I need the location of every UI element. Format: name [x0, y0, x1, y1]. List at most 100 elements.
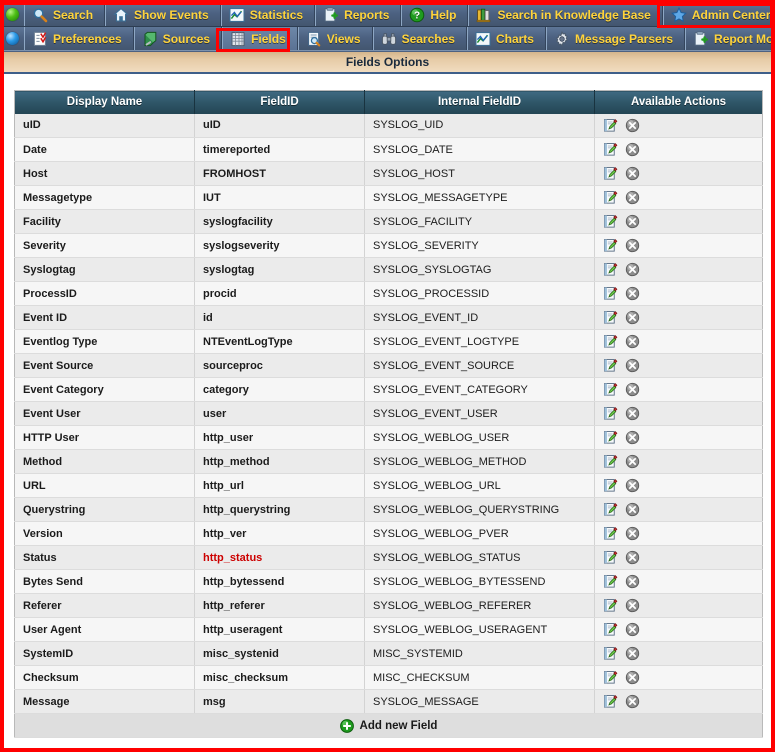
nav-item-search-in-knowledge-base[interactable]: Search in Knowledge Base — [468, 3, 663, 26]
add-new-field-cell[interactable]: Add new Field — [14, 713, 763, 738]
edit-icon[interactable] — [603, 646, 618, 661]
cell-internal-fieldid: SYSLOG_EVENT_ID — [364, 305, 595, 330]
fields-table-body: uID uID SYSLOG_UID Date timereported SYSLOG_D… — [14, 113, 763, 714]
cell-display-name: Querystring — [14, 497, 195, 522]
edit-icon[interactable] — [603, 430, 618, 445]
edit-icon[interactable] — [603, 622, 618, 637]
delete-icon[interactable] — [625, 646, 640, 661]
magnifier-icon — [32, 7, 48, 23]
column-header-available-actions[interactable]: Available Actions — [594, 90, 763, 114]
delete-icon[interactable] — [625, 358, 640, 373]
cell-display-name: Checksum — [14, 665, 195, 690]
nav-item-views[interactable]: Views — [297, 27, 373, 50]
edit-icon[interactable] — [603, 142, 618, 157]
delete-icon[interactable] — [625, 622, 640, 637]
column-header-internal-fieldid[interactable]: Internal FieldID — [364, 90, 595, 114]
nav-item-message-parsers[interactable]: Message Parsers — [545, 27, 686, 50]
nav-item-admin-center[interactable]: Admin Center — [662, 3, 775, 26]
cell-internal-fieldid: SYSLOG_MESSAGETYPE — [364, 185, 595, 210]
table-row: Event Category category SYSLOG_EVENT_CATEG… — [14, 377, 763, 402]
nav-item-label: Statistics — [249, 7, 304, 22]
edit-icon[interactable] — [603, 478, 618, 493]
edit-icon[interactable] — [603, 310, 618, 325]
navigation-bar: Search Show Events Statistics Reports? Help S… — [0, 0, 775, 52]
nav-item-label: Sources — [162, 31, 211, 46]
column-header-display-name[interactable]: Display Name — [14, 90, 195, 114]
nav-item-searches[interactable]: Searches — [372, 27, 467, 50]
delete-icon[interactable] — [625, 550, 640, 565]
edit-icon[interactable] — [603, 358, 618, 373]
delete-icon[interactable] — [625, 286, 640, 301]
edit-icon[interactable] — [603, 502, 618, 517]
nav-item-reports[interactable]: Reports — [315, 3, 402, 26]
cell-fieldid: sourceproc — [194, 353, 365, 378]
delete-icon[interactable] — [625, 598, 640, 613]
cell-fieldid: id — [194, 305, 365, 330]
edit-icon[interactable] — [603, 190, 618, 205]
delete-icon[interactable] — [625, 310, 640, 325]
cell-display-name: Event User — [14, 401, 195, 426]
delete-icon[interactable] — [625, 454, 640, 469]
delete-icon[interactable] — [625, 430, 640, 445]
green-orb — [0, 3, 24, 26]
edit-icon[interactable] — [603, 574, 618, 589]
table-row: Status http_status SYSLOG_WEBLOG_STATUS — [14, 545, 763, 570]
delete-icon[interactable] — [625, 478, 640, 493]
edit-icon[interactable] — [603, 214, 618, 229]
edit-icon[interactable] — [603, 118, 618, 133]
nav-item-statistics[interactable]: Statistics — [220, 3, 316, 26]
nav-item-label: Views — [326, 31, 361, 46]
edit-icon[interactable] — [603, 382, 618, 397]
delete-icon[interactable] — [625, 694, 640, 709]
delete-icon[interactable] — [625, 334, 640, 349]
edit-icon[interactable] — [603, 166, 618, 181]
cell-fieldid: misc_checksum — [194, 665, 365, 690]
edit-icon[interactable] — [603, 454, 618, 469]
edit-icon[interactable] — [603, 334, 618, 349]
cell-internal-fieldid: SYSLOG_SEVERITY — [364, 233, 595, 258]
nav-item-charts[interactable]: Charts — [466, 27, 546, 50]
delete-icon[interactable] — [625, 166, 640, 181]
delete-icon[interactable] — [625, 574, 640, 589]
edit-icon[interactable] — [603, 286, 618, 301]
delete-icon[interactable] — [625, 118, 640, 133]
add-new-field-button[interactable]: Add new Field — [23, 718, 754, 733]
delete-icon[interactable] — [625, 502, 640, 517]
edit-icon[interactable] — [603, 406, 618, 421]
nav-item-help[interactable]: ? Help — [401, 3, 469, 26]
delete-icon[interactable] — [625, 238, 640, 253]
nav-item-search[interactable]: Search — [24, 3, 106, 26]
delete-icon[interactable] — [625, 670, 640, 685]
delete-icon[interactable] — [625, 190, 640, 205]
delete-icon[interactable] — [625, 526, 640, 541]
edit-icon[interactable] — [603, 238, 618, 253]
cell-available-actions — [594, 569, 763, 594]
checklist-icon — [32, 31, 48, 47]
page-title: Fields Options — [4, 52, 771, 74]
cell-internal-fieldid: SYSLOG_EVENT_USER — [364, 401, 595, 426]
cell-display-name: Eventlog Type — [14, 329, 195, 354]
delete-icon[interactable] — [625, 142, 640, 157]
nav-item-show-events[interactable]: Show Events — [105, 3, 221, 26]
cell-display-name: Severity — [14, 233, 195, 258]
grid-icon — [230, 31, 246, 47]
edit-icon[interactable] — [603, 550, 618, 565]
edit-icon[interactable] — [603, 694, 618, 709]
edit-icon[interactable] — [603, 526, 618, 541]
edit-icon[interactable] — [603, 670, 618, 685]
delete-icon[interactable] — [625, 214, 640, 229]
delete-icon[interactable] — [625, 262, 640, 277]
nav-item-preferences[interactable]: Preferences — [24, 27, 134, 50]
nav-item-label: Search in Knowledge Base — [497, 7, 651, 22]
edit-icon[interactable] — [603, 598, 618, 613]
edit-icon[interactable] — [603, 262, 618, 277]
nav-item-fields[interactable]: Fields — [222, 27, 298, 50]
nav-item-report-modules[interactable]: Report Modules — [685, 27, 775, 50]
nav-item-sources[interactable]: Sources — [133, 27, 223, 50]
cell-fieldid: NTEventLogType — [194, 329, 365, 354]
add-new-field-row[interactable]: Add new Field — [14, 713, 763, 738]
column-header-fieldid[interactable]: FieldID — [194, 90, 365, 114]
delete-icon[interactable] — [625, 406, 640, 421]
cell-available-actions — [594, 257, 763, 282]
delete-icon[interactable] — [625, 382, 640, 397]
